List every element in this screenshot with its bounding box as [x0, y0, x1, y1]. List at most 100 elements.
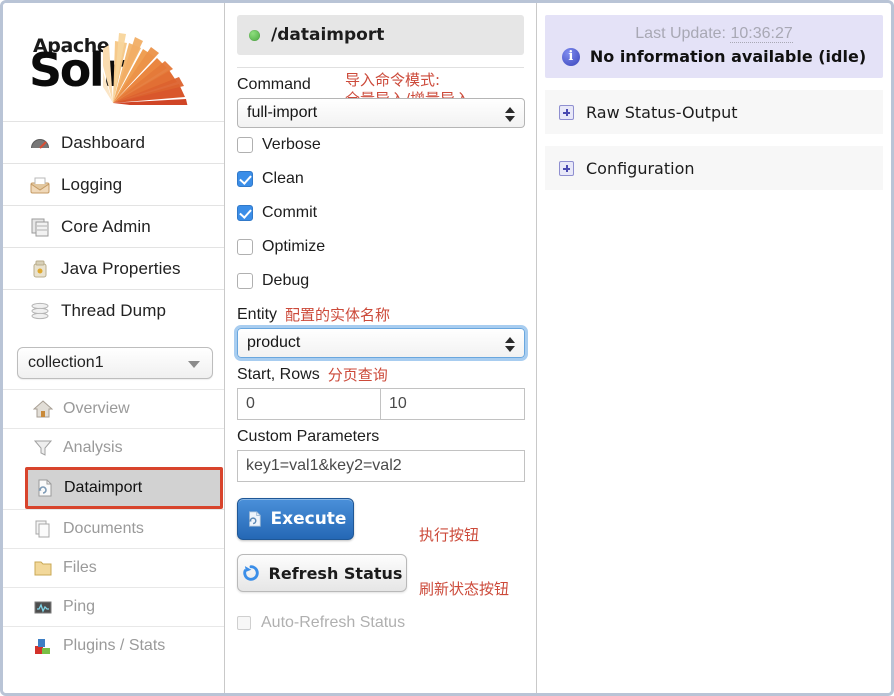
dataimport-icon [38, 479, 52, 497]
last-update-row: Last Update: 10:36:27 [559, 25, 869, 43]
plugins-icon [35, 639, 50, 654]
refresh-icon [242, 565, 259, 581]
sidebar-item-dataimport[interactable]: Dataimport [25, 467, 223, 509]
accordion-label: Configuration [586, 158, 695, 178]
entity-select[interactable]: product [234, 325, 528, 361]
custom-params-input[interactable]: key1=val1&key2=val2 [237, 450, 525, 482]
entity-annotation: 配置的实体名称 [285, 305, 391, 324]
status-green-dot-icon [249, 29, 260, 41]
handler-header: /dataimport [237, 15, 524, 55]
execute-button[interactable]: Execute [237, 498, 354, 540]
chevron-down-icon [188, 361, 200, 368]
handler-name-label: /dataimport [271, 25, 385, 45]
thread-dump-icon [31, 302, 49, 319]
entity-label-text: Entity [237, 306, 278, 323]
command-selected-value: full-import [247, 104, 318, 121]
last-update-time: 10:36:27 [730, 25, 793, 43]
solr-sunburst-icon [103, 33, 188, 105]
execute-button-label: Execute [270, 509, 347, 529]
collection-selector[interactable]: collection1 [17, 347, 213, 379]
sidebar-item-overview[interactable]: Overview [3, 389, 224, 428]
collection-selector-wrap: collection1 [3, 331, 224, 389]
status-message-row: i No information available (idle) [559, 47, 869, 66]
sidebar-item-label: Dashboard [61, 132, 146, 152]
sidebar-item-ping[interactable]: Ping [3, 587, 224, 626]
sidebar-item-files[interactable]: Files [3, 548, 224, 587]
checkbox-label: Commit [262, 204, 318, 221]
sidebar-item-label: Logging [61, 174, 123, 194]
sidebar: Apache Solr Dashboard Logging Core Admin… [3, 3, 225, 693]
expand-plus-icon [559, 160, 574, 176]
checkbox-box [237, 273, 253, 289]
status-message: No information available (idle) [589, 47, 867, 66]
core-admin-icon [31, 218, 49, 236]
refresh-status-button[interactable]: Refresh Status [237, 554, 407, 592]
expand-plus-icon [559, 104, 574, 120]
checkbox-box [237, 239, 253, 255]
sidebar-item-label: Overview [63, 400, 130, 417]
java-properties-icon [33, 260, 47, 277]
solr-logo[interactable]: Apache Solr [3, 3, 224, 121]
dataimport-form-panel: /dataimport 导入命令模式: 全量导入/增量导入 Command fu… [225, 3, 537, 693]
checkbox-clean[interactable]: Clean [237, 162, 524, 196]
folder-icon [34, 561, 52, 576]
home-icon [33, 400, 53, 418]
sidebar-item-documents[interactable]: Documents [3, 509, 224, 548]
sidebar-item-label: Core Admin [61, 216, 151, 236]
accordion-raw-status-output[interactable]: Raw Status-Output [545, 90, 883, 134]
auto-refresh-label: Auto-Refresh Status [261, 614, 406, 631]
core-nav-list: Overview Analysis Dataimport Documents F… [3, 389, 224, 665]
main-nav-list: Dashboard Logging Core Admin Java Proper… [3, 121, 224, 331]
sidebar-item-label: Ping [63, 598, 96, 615]
divider [237, 67, 524, 68]
refresh-status-label: Refresh Status [268, 563, 403, 583]
sidebar-item-thread-dump[interactable]: Thread Dump [3, 289, 224, 331]
start-input[interactable]: 0 [237, 388, 381, 420]
accordion-configuration[interactable]: Configuration [545, 146, 883, 190]
checkbox-box [237, 171, 253, 187]
select-arrows-icon [505, 333, 516, 355]
checkbox-verbose[interactable]: Verbose [237, 128, 524, 162]
checkbox-label: Clean [262, 170, 304, 187]
execute-annotation: 执行按钮 [419, 526, 480, 544]
auto-refresh-status-checkbox[interactable]: Auto-Refresh Status [237, 614, 524, 632]
checkbox-commit[interactable]: Commit [237, 196, 524, 230]
custom-params-label-text: Custom Parameters [237, 428, 380, 445]
startrows-label: Start, Rows 分页查询 [237, 366, 524, 384]
entity-selected-value: product [247, 334, 301, 351]
sidebar-item-label: Thread Dump [61, 300, 167, 320]
sidebar-item-logging[interactable]: Logging [3, 163, 224, 205]
funnel-icon [33, 440, 53, 456]
ping-icon [34, 601, 52, 614]
sidebar-item-java-properties[interactable]: Java Properties [3, 247, 224, 289]
checkbox-box [237, 616, 251, 630]
command-select[interactable]: full-import [237, 98, 525, 128]
sidebar-item-analysis[interactable]: Analysis [3, 428, 224, 467]
accordion-label: Raw Status-Output [586, 102, 738, 122]
sidebar-item-label: Documents [63, 520, 144, 537]
checkbox-label: Verbose [262, 136, 321, 153]
checkbox-box [237, 137, 253, 153]
sidebar-item-dashboard[interactable]: Dashboard [3, 121, 224, 163]
documents-icon [35, 520, 50, 538]
startrows-annotation: 分页查询 [327, 365, 388, 384]
checkbox-debug[interactable]: Debug [237, 264, 524, 298]
status-info-box: Last Update: 10:36:27 i No information a… [545, 15, 883, 78]
status-panel: Last Update: 10:36:27 i No information a… [537, 3, 891, 693]
rows-input[interactable]: 10 [381, 388, 525, 420]
sidebar-item-core-admin[interactable]: Core Admin [3, 205, 224, 247]
sidebar-item-label: Java Properties [61, 258, 181, 278]
startrows-label-text: Start, Rows [237, 366, 320, 383]
checkbox-label: Optimize [262, 238, 326, 255]
command-label-text: Command [237, 76, 311, 93]
info-icon: i [561, 47, 580, 66]
entity-label: Entity 配置的实体名称 [237, 306, 524, 324]
checkbox-optimize[interactable]: Optimize [237, 230, 524, 264]
checkbox-box [237, 205, 253, 221]
command-annotation-line1: 导入命令模式: [345, 71, 441, 89]
sidebar-item-plugins-stats[interactable]: Plugins / Stats [3, 626, 224, 665]
refresh-annotation: 刷新状态按钮 [419, 580, 510, 598]
last-update-label: Last Update: [635, 25, 726, 42]
solr-admin-window: Apache Solr Dashboard Logging Core Admin… [0, 0, 894, 696]
startrows-inputs: 0 10 [237, 388, 525, 420]
